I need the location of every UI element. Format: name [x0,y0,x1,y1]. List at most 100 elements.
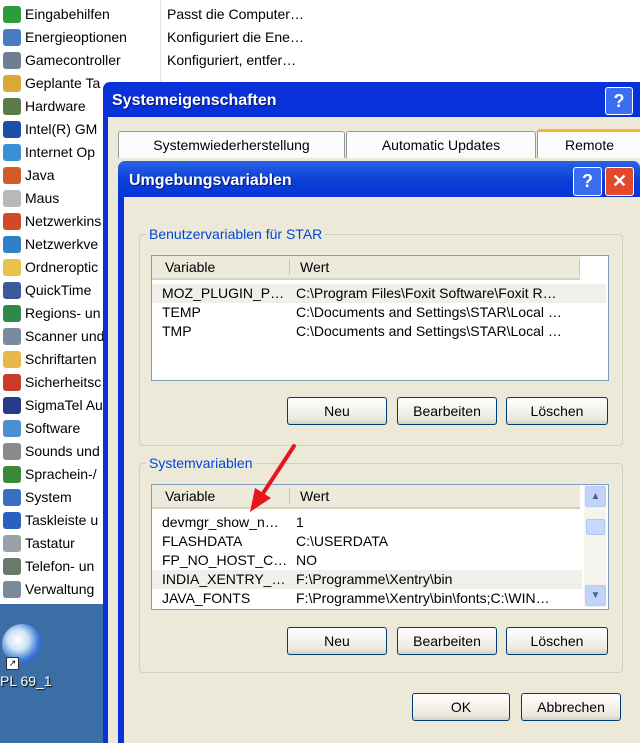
item-name: Intel(R) GM [25,121,98,137]
ok-button[interactable]: OK [412,693,510,721]
system-properties-title: Systemeigenschaften [112,92,277,109]
list-row[interactable]: JAVA_FONTS F:\Programme\Xentry\bin\fonts… [152,589,582,608]
variable-name: FLASHDATA [162,533,243,549]
system-edit-button[interactable]: Bearbeiten [397,627,497,655]
item-name: Internet Op [25,144,96,160]
item-name: Sprachein-/ [25,466,97,482]
regional-settings-icon [3,305,21,322]
item-description: Konfiguriert, entfer… [167,52,297,68]
variable-name: FP_NO_HOST_C… [162,552,288,568]
item-name: Regions- un [25,305,101,321]
variable-value: C:\Documents and Settings\STAR\Local … [296,304,562,320]
item-name: Energieoptionen [25,29,127,45]
network-connections-icon [3,236,21,253]
variable-value: F:\Programme\Xentry\bin [296,571,453,587]
security-center-icon [3,374,21,391]
scheduled-tasks-icon [3,75,21,92]
list-row[interactable]: FLASHDATA C:\USERDATA [152,532,582,551]
accessibility-icon [3,6,21,23]
administrative-tools-icon [3,581,21,598]
column-header-value[interactable]: Wert [300,256,329,278]
item-name: Eingabehilfen [25,6,110,22]
item-name: Java [25,167,55,183]
help-button[interactable]: ? [605,87,633,115]
column-separator [289,259,290,275]
system-variables-list[interactable]: Variable Wert devmgr_show_n… 1 FLASHDATA… [151,484,609,610]
control-panel-item[interactable]: Eingabehilfen Passt die Computer… [0,3,640,26]
item-name: Gamecontroller [25,52,121,68]
quicktime-icon [3,282,21,299]
scanner-icon [3,328,21,345]
close-button[interactable]: ✕ [605,167,634,196]
variable-value: C:\USERDATA [296,533,389,549]
column-header-variable[interactable]: Variable [165,256,215,278]
list-row[interactable]: TEMP C:\Documents and Settings\STAR\Loca… [152,303,606,322]
list-row[interactable]: FP_NO_HOST_C… NO [152,551,582,570]
item-name: Taskleiste u [25,512,99,528]
item-name: Hardware [25,98,86,114]
folder-options-icon [3,259,21,276]
control-panel-item[interactable]: Gamecontroller Konfiguriert, entfer… [0,49,640,72]
desktop-icon-label[interactable]: PL 69_1 [0,673,52,689]
tab-remote[interactable]: Remote [537,129,640,158]
fonts-icon [3,351,21,368]
tab-systemwiederherstellung[interactable]: Systemwiederherstellung [118,131,345,158]
column-header-variable[interactable]: Variable [165,485,215,507]
item-name: QuickTime [25,282,92,298]
item-description: Passt die Computer… [167,6,304,22]
list-row[interactable]: devmgr_show_n… 1 [152,513,582,532]
scroll-up-button[interactable]: ▲ [585,486,606,507]
item-name: Sounds und [25,443,100,459]
internet-options-icon [3,144,21,161]
hardware-icon [3,98,21,115]
column-separator [579,259,580,275]
item-name: Schriftarten [25,351,97,367]
system-new-button[interactable]: Neu [287,627,387,655]
sounds-icon [3,443,21,460]
variable-name: TMP [162,323,192,339]
keyboard-icon [3,535,21,552]
taskbar-icon [3,512,21,529]
game-controller-icon [3,52,21,69]
user-variables-list[interactable]: Variable Wert MOZ_PLUGIN_P… C:\Program F… [151,255,609,381]
tab-automatic-updates[interactable]: Automatic Updates [346,131,536,158]
power-options-icon [3,29,21,46]
sigmatel-audio-icon [3,397,21,414]
cancel-button[interactable]: Abbrechen [521,693,621,721]
user-edit-button[interactable]: Bearbeiten [397,397,497,425]
variable-value: 1 [296,514,304,530]
variable-name: MOZ_PLUGIN_P… [162,285,285,301]
environment-variables-title: Umgebungsvariablen [129,172,292,189]
item-name: Netzwerkve [25,236,99,252]
network-setup-icon [3,213,21,230]
item-name: Geplante Ta [25,75,101,91]
item-name: SigmaTel Au [25,397,103,413]
software-icon [3,420,21,437]
list-row[interactable]: TMP C:\Documents and Settings\STAR\Local… [152,322,606,341]
intel-graphics-icon [3,121,21,138]
item-name: Software [25,420,81,436]
variable-name: TEMP [162,304,201,320]
phone-modem-icon [3,558,21,575]
user-new-button[interactable]: Neu [287,397,387,425]
item-name: Verwaltung [25,581,95,597]
list-row[interactable]: MOZ_PLUGIN_P… C:\Program Files\Foxit Sof… [152,284,606,303]
user-delete-button[interactable]: Löschen [506,397,608,425]
speech-icon [3,466,21,483]
annotation-arrow-icon [250,444,296,512]
control-panel-item[interactable]: Energieoptionen Konfiguriert die Ene… [0,26,640,49]
scroll-thumb[interactable] [586,519,605,535]
item-name: Tastatur [25,535,75,551]
help-button[interactable]: ? [573,167,602,196]
list-row[interactable]: INDIA_XENTRY_… F:\Programme\Xentry\bin [152,570,582,589]
system-delete-button[interactable]: Löschen [506,627,608,655]
mouse-icon [3,190,21,207]
variable-value: NO [296,552,317,568]
item-name: Maus [25,190,60,206]
vertical-scrollbar[interactable]: ▲ ▼ [584,485,606,607]
item-name: Sicherheitsc [25,374,102,390]
variable-name: INDIA_XENTRY_… [162,571,286,587]
item-name: System [25,489,72,505]
list-header: Variable Wert [152,485,580,509]
scroll-down-button[interactable]: ▼ [585,585,606,606]
